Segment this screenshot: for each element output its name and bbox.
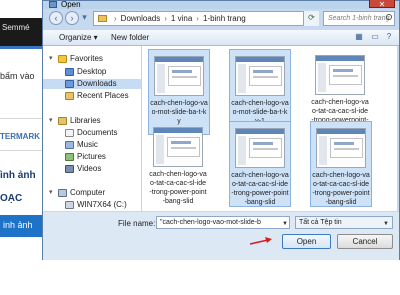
file-name-value: "cach-chen-logo-vao-mot-slide-b [160,219,261,226]
close-button[interactable]: ✕ [369,0,395,9]
breadcrumb-1-vina[interactable]: 1 vina [171,14,192,23]
file-tile[interactable]: cach-chen-logo-vao-tat-ca-cac-sl-ide-tro… [310,121,372,207]
chevron-down-icon[interactable]: ▼ [282,219,288,228]
page-insert-image-button[interactable]: inh ảnh [0,215,42,237]
nav-libraries[interactable]: ▾ Libraries [43,116,141,126]
search-icon [386,14,392,20]
file-thumbnail [316,128,366,168]
file-tile[interactable]: cach-chen-logo-vao-tat-ca-cac-sl-ide-tro… [148,121,210,207]
open-file-dialog: Open ✕ ‹ › ▾ › Downloads › 1 vina › 1-binh tr… [42,0,400,260]
view-options-icon[interactable]: ▦ [353,32,365,42]
preview-pane-icon[interactable]: ▭ [369,32,381,42]
help-icon[interactable]: ? [383,32,395,42]
file-name-label: File name: [118,219,156,228]
file-thumbnail [154,56,204,96]
nav-videos[interactable]: Videos [43,164,141,174]
pictures-icon [65,153,74,161]
nav-desktop[interactable]: Desktop [43,67,141,77]
nav-favorites[interactable]: ▾ Favorites [43,54,141,64]
computer-icon [58,189,67,197]
command-toolbar: Organize ▾ New folder ▦ ▭ ? [43,30,399,46]
nav-downloads[interactable]: Downloads [43,79,141,89]
open-button[interactable]: Open [282,234,331,249]
drive-icon [65,201,74,209]
logo-underline [0,46,42,49]
desktop-icon [65,68,74,76]
file-name: cach-chen-logo-vao-tat-ca-cac-sl-ide-tro… [231,172,289,206]
file-thumbnail [315,55,365,95]
breadcrumb-1-binh-trang[interactable]: 1-binh trang [203,14,246,23]
navigation-pane: ▾ Favorites Desktop Downloads Recent Pla… [43,46,142,211]
documents-icon [65,129,74,137]
site-logo: Semmé [0,18,42,46]
nav-computer[interactable]: ▾ Computer [43,188,141,198]
search-placeholder: Search 1-binh trang [328,15,390,22]
libraries-icon [58,117,67,125]
videos-icon [65,165,74,173]
music-icon [65,141,74,149]
file-thumbnail [235,56,285,96]
window-icon [49,1,57,8]
dialog-titlebar: Open ✕ [43,0,399,9]
file-thumbnail [235,128,285,168]
organize-menu[interactable]: Organize ▾ [59,33,98,42]
recent-places-icon [65,92,74,100]
downloads-icon [65,80,74,88]
star-icon [58,55,67,63]
cancel-button[interactable]: Cancel [337,234,393,249]
file-type-value: Tất cả Tệp tin [299,219,342,226]
divider [0,150,42,151]
nav-documents[interactable]: Documents [43,128,141,138]
forward-button[interactable]: › [65,11,79,25]
divider [0,118,42,119]
refresh-icon[interactable]: ⟳ [303,11,319,26]
dialog-footer: File name: "cach-chen-logo-vao-mot-slide… [43,212,399,260]
file-tile[interactable]: cach-chen-logo-vao-tat-ca-cac-sl-ide-tro… [229,121,291,207]
file-list: cach-chen-logo-vao-mot-slide-ba-t-ky cac… [142,46,397,211]
nav-recent-places[interactable]: Recent Places [43,91,141,101]
dialog-title: Open [61,0,81,9]
address-bar[interactable]: › Downloads › 1 vina › 1-binh trang [93,11,318,26]
section-heading: ình ảnh [0,170,36,181]
file-name-input[interactable]: "cach-chen-logo-vao-mot-slide-b ▼ [156,216,290,229]
breadcrumb-downloads[interactable]: Downloads [121,14,161,23]
red-arrow-icon [249,237,272,245]
file-name: cach-chen-logo-vao-tat-ca-cac-sl-ide-tro… [312,172,370,206]
section-label: TERMARK [0,132,40,141]
search-input[interactable]: Search 1-binh trang [323,11,395,26]
recent-dropdown-icon[interactable]: ▾ [79,11,90,25]
article-text: bấm vào [0,71,35,81]
nav-pictures[interactable]: Pictures [43,152,141,162]
chevron-down-icon: ▼ [383,221,389,227]
back-button[interactable]: ‹ [49,11,63,25]
nav-music[interactable]: Music [43,140,141,150]
file-name: cach-chen-logo-vao-tat-ca-cac-sl-ide-tro… [149,171,207,205]
file-type-select[interactable]: Tất cả Tệp tin ▼ [295,216,393,229]
file-thumbnail [153,127,203,167]
new-folder-button[interactable]: New folder [111,33,149,42]
folder-icon [98,15,107,23]
nav-drive-c[interactable]: WIN7X64 (C:) [43,200,141,210]
section-heading-2: OẠC [0,193,23,204]
